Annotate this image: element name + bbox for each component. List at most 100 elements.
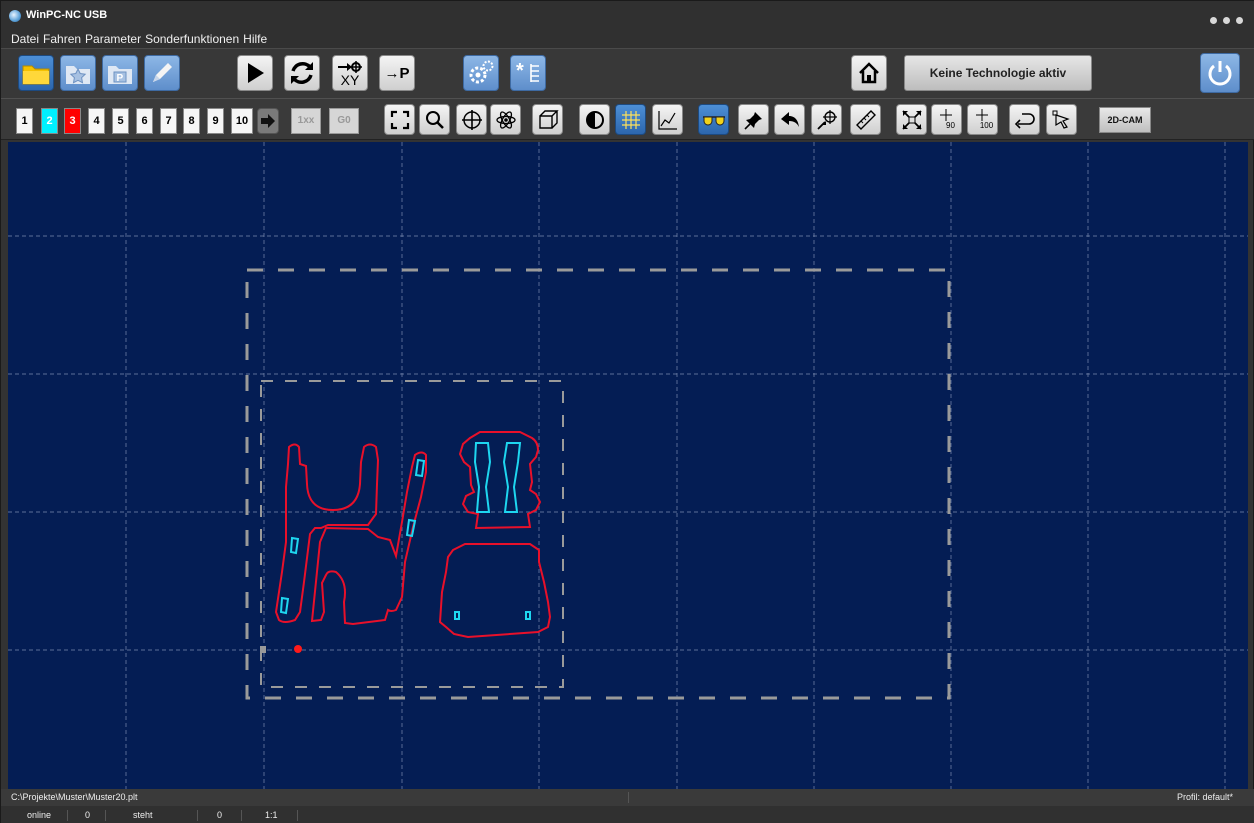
expand-arrows-icon xyxy=(901,109,922,130)
app-logo-icon xyxy=(9,10,21,22)
origin-crosshair-icon xyxy=(816,109,837,130)
tool-button-8[interactable]: 8 xyxy=(183,108,200,134)
tool-button-2[interactable]: 2 xyxy=(41,108,58,134)
g0-button[interactable]: G0 xyxy=(329,108,359,134)
special-functions-button[interactable]: * xyxy=(510,55,546,91)
reference-run-button[interactable] xyxy=(284,55,320,91)
folder-icon xyxy=(22,65,50,85)
graph-button[interactable] xyxy=(652,104,683,135)
rotate-axes-icon xyxy=(939,109,952,121)
svg-text:*: * xyxy=(516,60,524,82)
undo-button[interactable] xyxy=(774,104,805,135)
status-bar-bottom: online 0 steht 0 1:1 xyxy=(1,806,1254,823)
menu-parameter[interactable]: Parameter xyxy=(81,31,141,48)
power-icon xyxy=(1208,61,1232,86)
ruler-icon xyxy=(855,109,876,130)
tool-button-4[interactable]: 4 xyxy=(88,108,105,134)
menu-sonderfunktionen[interactable]: Sonderfunktionen xyxy=(141,31,239,48)
edit-button[interactable] xyxy=(144,55,180,91)
technology-button[interactable]: Keine Technologie aktiv xyxy=(904,55,1092,91)
atom-icon xyxy=(495,110,516,129)
tool-button-10[interactable]: 10 xyxy=(231,108,253,134)
measure-button[interactable] xyxy=(850,104,881,135)
scale-axes-icon xyxy=(975,109,988,121)
xy-label: XY xyxy=(340,71,360,88)
contrast-button[interactable] xyxy=(579,104,610,135)
project-folder-icon: P xyxy=(108,66,132,84)
tool-button-7[interactable]: 7 xyxy=(160,108,177,134)
simulation-glasses-button[interactable] xyxy=(698,104,729,135)
app-window: WinPC-NC USB Datei Fahren Parameter Sond… xyxy=(0,0,1254,823)
grid-toggle-button[interactable] xyxy=(615,104,646,135)
grid-icon xyxy=(621,110,640,129)
fit-frame-icon xyxy=(390,110,409,129)
scale-button[interactable] xyxy=(896,104,927,135)
return-button[interactable] xyxy=(1009,104,1040,135)
menu-fahren[interactable]: Fahren xyxy=(39,31,81,48)
pocket-paths xyxy=(279,442,531,620)
machine-state: steht xyxy=(133,810,153,820)
goto-parking-button[interactable]: →P xyxy=(379,55,415,91)
return-arrow-icon xyxy=(1014,112,1035,129)
rotate-90-button[interactable]: 90 xyxy=(931,104,962,135)
zero-point-xy-button[interactable]: XY xyxy=(332,55,368,91)
arrow-right-icon xyxy=(261,114,275,128)
refresh-icon xyxy=(291,62,313,84)
node-edit-button[interactable] xyxy=(1046,104,1077,135)
file-path: C:\Projekte\Muster\Muster20.plt xyxy=(11,792,138,802)
asterisk-list-icon: * xyxy=(516,60,539,82)
drawing-canvas[interactable] xyxy=(8,142,1248,789)
power-button[interactable] xyxy=(1200,53,1240,93)
profile-label: Profil: default* xyxy=(1176,792,1233,802)
tool-button-5[interactable]: 5 xyxy=(112,108,129,134)
contrast-icon xyxy=(585,110,604,129)
start-button[interactable] xyxy=(237,55,273,91)
magnifier-icon xyxy=(425,110,444,129)
next-tools-button[interactable] xyxy=(257,108,279,134)
gears-icon xyxy=(469,60,494,84)
tool-button-3[interactable]: 3 xyxy=(64,108,81,134)
favorites-button[interactable] xyxy=(60,55,96,91)
2d-cam-button[interactable]: 2D-CAM xyxy=(1099,107,1151,133)
tool-button-6[interactable]: 6 xyxy=(136,108,153,134)
tool-button-1[interactable]: 1 xyxy=(16,108,33,134)
cube-icon xyxy=(538,109,559,129)
repeat-button[interactable]: 1xx xyxy=(291,108,321,134)
machine-work-area xyxy=(245,268,951,700)
node-cursor-icon xyxy=(1052,110,1070,129)
3d-view-button[interactable] xyxy=(490,104,521,135)
rotate-90-label: 90 xyxy=(946,121,955,130)
set-origin-button[interactable] xyxy=(811,104,842,135)
pan-button[interactable] xyxy=(456,104,487,135)
pin-button[interactable] xyxy=(738,104,769,135)
scale-100-button[interactable]: 100 xyxy=(967,104,998,135)
window-menu-dots[interactable] xyxy=(1204,11,1243,29)
scale-label: 1:1 xyxy=(265,810,278,820)
connection-status: online xyxy=(27,810,52,820)
status-value-2: 0 xyxy=(217,810,223,820)
tool-position-dot xyxy=(294,645,302,653)
scale-100-label: 100 xyxy=(979,121,994,130)
menu-hilfe[interactable]: Hilfe xyxy=(239,31,267,48)
menu-datei[interactable]: Datei xyxy=(1,31,39,48)
origin-marker xyxy=(260,646,266,653)
pencil-icon xyxy=(153,63,172,82)
menu-bar: Datei Fahren Parameter Sonderfunktionen … xyxy=(1,31,1254,48)
glasses-icon xyxy=(702,115,725,125)
status-bar-top: C:\Projekte\Muster\Muster20.plt Profil: … xyxy=(1,789,1254,806)
zoom-button[interactable] xyxy=(419,104,450,135)
svg-text:P: P xyxy=(117,73,124,84)
box-view-button[interactable] xyxy=(532,104,563,135)
project-folder-button[interactable]: P xyxy=(102,55,138,91)
tool-button-9[interactable]: 9 xyxy=(207,108,224,134)
fit-view-button[interactable] xyxy=(384,104,415,135)
favorite-folder-icon xyxy=(66,66,90,84)
home-button[interactable] xyxy=(851,55,887,91)
home-icon xyxy=(859,62,879,84)
open-file-button[interactable] xyxy=(18,55,54,91)
grid-lines xyxy=(8,142,1248,789)
pushpin-icon xyxy=(743,111,762,130)
title-bar: WinPC-NC USB xyxy=(1,1,1254,31)
play-icon xyxy=(248,63,264,83)
parameters-button[interactable] xyxy=(463,55,499,91)
